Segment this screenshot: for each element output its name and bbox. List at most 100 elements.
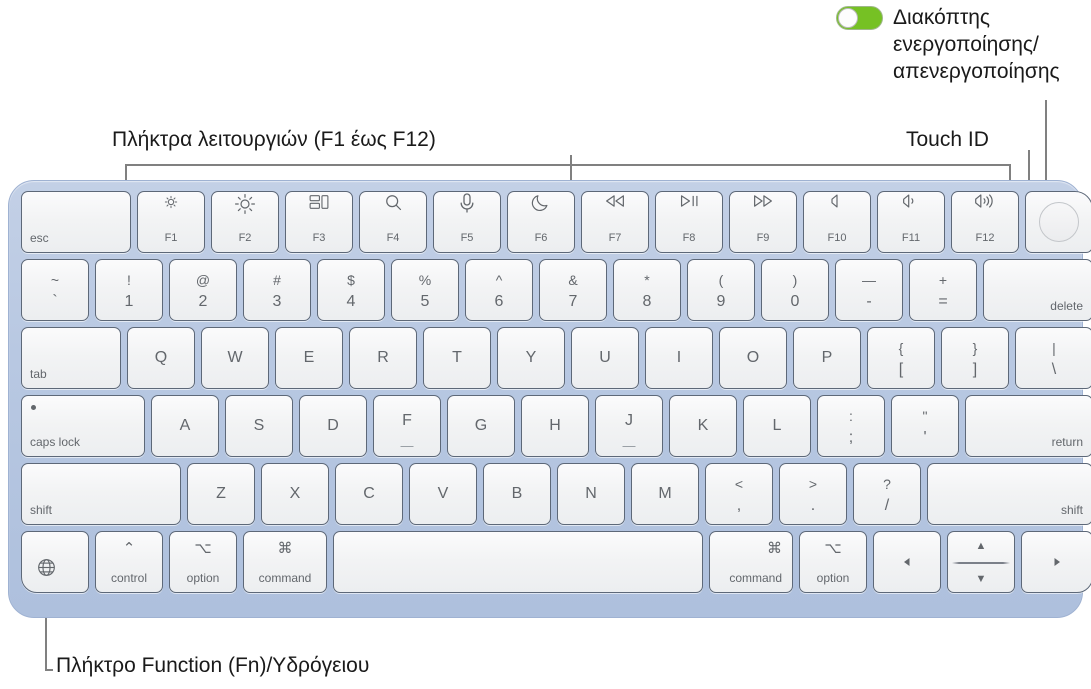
key-1[interactable]: ! 1 [95,259,163,321]
key-shift-right[interactable]: shift [927,463,1091,525]
key-shift-left-label: shift [30,503,53,517]
key-m[interactable]: M [631,463,699,525]
key-0[interactable]: ) 0 [761,259,829,321]
key-backtick-label: ` [52,292,58,310]
key-control[interactable]: ⌃ control [95,531,163,593]
key-equals-label: = [938,292,948,310]
key-caps-lock[interactable]: caps lock [21,395,145,457]
key-o[interactable]: O [719,327,787,389]
key-r-label: R [377,349,389,366]
key-4[interactable]: $ 4 [317,259,385,321]
key-8[interactable]: * 8 [613,259,681,321]
key-semicolon[interactable]: : ; [817,395,885,457]
key-equals[interactable]: + = [909,259,977,321]
key-g[interactable]: G [447,395,515,457]
key-backtick[interactable]: ~ ` [21,259,89,321]
key-shift-left[interactable]: shift [21,463,181,525]
key-r[interactable]: R [349,327,417,389]
key-f-label: F [402,412,412,430]
key-f5[interactable]: F5 [433,191,501,253]
key-delete[interactable]: delete [983,259,1091,321]
key-f2-label: F2 [238,232,252,244]
key-minus[interactable]: — - [835,259,903,321]
shift-key-row: shift Z X C V B N M < , > . ? / shift [9,463,1091,525]
key-s[interactable]: S [225,395,293,457]
key-a[interactable]: A [151,395,219,457]
key-minus-shift-label: — [862,272,876,289]
key-v[interactable]: V [409,463,477,525]
key-right-bracket-label: ] [972,360,978,378]
function-key-row: esc F1 F2 F3 F4 F5 F6 F7 F8 F9 F10 F11 F… [9,191,1091,253]
key-w[interactable]: W [201,327,269,389]
key-2[interactable]: @ 2 [169,259,237,321]
key-option-left[interactable]: ⌥ option [169,531,237,593]
key-p[interactable]: P [793,327,861,389]
key-tab[interactable]: tab [21,327,121,389]
key-j[interactable]: J [595,395,663,457]
key-7[interactable]: & 7 [539,259,607,321]
key-q[interactable]: Q [127,327,195,389]
key-period[interactable]: > . [779,463,847,525]
arrow-down-icon[interactable]: ▼ [948,573,1014,585]
power-toggle-switch[interactable] [836,6,883,30]
key-left-bracket-shift-label: { [898,340,904,357]
key-f3[interactable]: F3 [285,191,353,253]
key-f4[interactable]: F4 [359,191,427,253]
key-f2[interactable]: F2 [211,191,279,253]
home-row-bump-icon [622,445,636,447]
key-t[interactable]: T [423,327,491,389]
key-k[interactable]: K [669,395,737,457]
key-space[interactable] [333,531,703,593]
key-f11[interactable]: F11 [877,191,945,253]
key-f10[interactable]: F10 [803,191,871,253]
key-5-label: 5 [420,292,430,310]
mission-control-icon [286,192,352,212]
key-command-right[interactable]: ⌘ command [709,531,793,593]
key-9[interactable]: ( 9 [687,259,755,321]
function-keys-leader-stem [570,155,572,180]
key-touch-id[interactable] [1025,191,1091,253]
key-x[interactable]: X [261,463,329,525]
key-esc[interactable]: esc [21,191,131,253]
key-f6[interactable]: F6 [507,191,575,253]
key-option-right[interactable]: ⌥ option [799,531,867,593]
key-left-bracket[interactable]: { [ [867,327,935,389]
key-n[interactable]: N [557,463,625,525]
key-right-bracket[interactable]: } ] [941,327,1009,389]
key-3[interactable]: # 3 [243,259,311,321]
key-f[interactable]: F [373,395,441,457]
key-command-left[interactable]: ⌘ command [243,531,327,593]
key-6[interactable]: ^ 6 [465,259,533,321]
key-c[interactable]: C [335,463,403,525]
key-f7[interactable]: F7 [581,191,649,253]
key-control-label: control [110,571,148,585]
key-comma[interactable]: < , [705,463,773,525]
key-slash[interactable]: ? / [853,463,921,525]
key-i[interactable]: I [645,327,713,389]
key-backslash[interactable]: | \ [1015,327,1091,389]
key-h[interactable]: H [521,395,589,457]
key-shift-right-label: shift [1060,503,1083,517]
key-5[interactable]: % 5 [391,259,459,321]
key-u[interactable]: U [571,327,639,389]
key-l[interactable]: L [743,395,811,457]
key-f9[interactable]: F9 [729,191,797,253]
arrow-up-icon[interactable]: ▲ [948,540,1014,552]
key-f1[interactable]: F1 [137,191,205,253]
key-return[interactable]: return [965,395,1091,457]
key-d[interactable]: D [299,395,367,457]
key-b[interactable]: B [483,463,551,525]
key-8-label: 8 [642,292,652,310]
key-z[interactable]: Z [187,463,255,525]
key-fn-globe[interactable] [21,531,89,593]
key-arrow-right[interactable] [1021,531,1091,593]
key-e[interactable]: E [275,327,343,389]
key-y[interactable]: Y [497,327,565,389]
key-arrow-up-down[interactable]: ▲ ▼ [947,531,1015,593]
key-f8[interactable]: F8 [655,191,723,253]
key-f12-label: F12 [975,232,995,244]
key-quote[interactable]: " ' [891,395,959,457]
volume-up-icon [952,192,1018,210]
key-arrow-left[interactable] [873,531,941,593]
key-f12[interactable]: F12 [951,191,1019,253]
